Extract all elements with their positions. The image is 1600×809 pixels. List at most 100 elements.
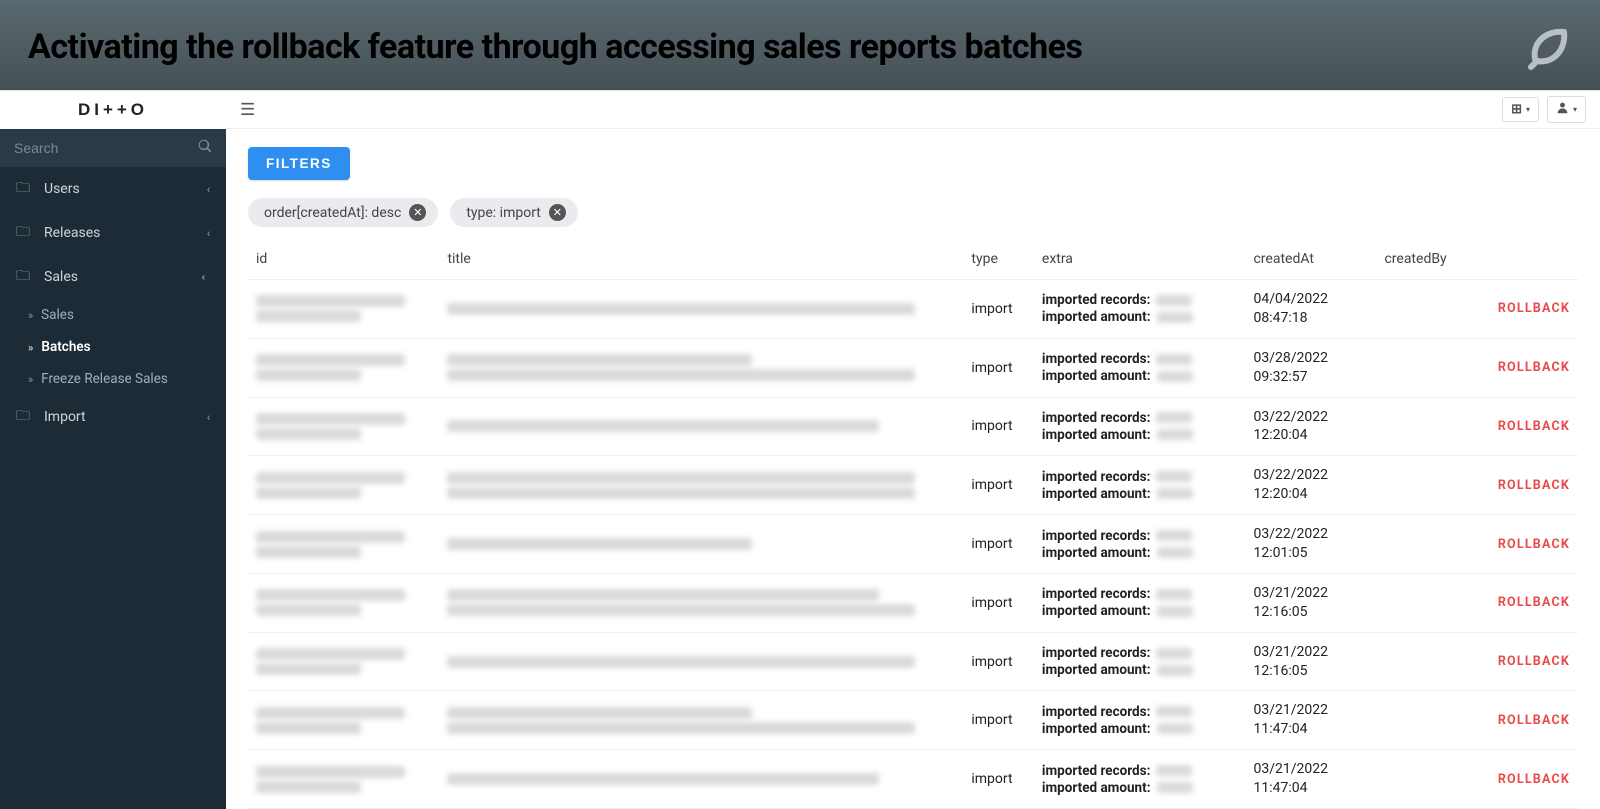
- extra-amount-label: imported amount:: [1042, 486, 1151, 502]
- hamburger-icon[interactable]: ☰: [240, 100, 255, 120]
- cell-createdat: 03/21/202212:16:05: [1245, 632, 1376, 691]
- table-row: importimported records:imported amount:0…: [248, 338, 1578, 397]
- rollback-button[interactable]: ROLLBACK: [1467, 750, 1578, 809]
- extra-records-label: imported records:: [1042, 704, 1151, 720]
- extra-records-label: imported records:: [1042, 763, 1151, 779]
- rollback-button[interactable]: ROLLBACK: [1467, 515, 1578, 574]
- sidebar-sub-label: Freeze Release Sales: [41, 371, 168, 387]
- cell-type: import: [963, 397, 1034, 456]
- sidebar-item-users[interactable]: 🗀 Users ‹: [0, 167, 226, 211]
- redacted-value: [1156, 706, 1192, 717]
- cell-id: [248, 632, 439, 691]
- cell-createdat: 03/21/202212:16:05: [1245, 573, 1376, 632]
- cell-createdat: 03/22/202212:01:05: [1245, 515, 1376, 574]
- sidebar-sub-freeze[interactable]: » Freeze Release Sales: [0, 363, 226, 395]
- cell-extra: imported records:imported amount:: [1034, 691, 1246, 750]
- sidebar-item-sales[interactable]: 🗀 Sales ⌄: [0, 255, 226, 299]
- sidebar-item-releases[interactable]: 🗀 Releases ‹: [0, 211, 226, 255]
- rollback-button[interactable]: ROLLBACK: [1467, 632, 1578, 691]
- sidebar-item-label: Users: [44, 181, 207, 197]
- redacted-value: [1156, 471, 1192, 482]
- cell-title: [439, 750, 963, 809]
- cell-createdby: [1376, 573, 1467, 632]
- main-area: ☰ ⊞ ▾ ▾ FILTERS order[createdAt]: desc ✕: [226, 91, 1600, 809]
- cell-createdby: [1376, 691, 1467, 750]
- extra-amount-label: imported amount:: [1042, 427, 1151, 443]
- cell-title: [439, 691, 963, 750]
- rollback-button[interactable]: ROLLBACK: [1467, 338, 1578, 397]
- rollback-button[interactable]: ROLLBACK: [1467, 280, 1578, 339]
- filter-chip[interactable]: type: import ✕: [450, 198, 578, 227]
- cell-createdat: 04/04/202208:47:18: [1245, 280, 1376, 339]
- sidebar-search[interactable]: [0, 129, 226, 167]
- topbar: ☰ ⊞ ▾ ▾: [226, 91, 1600, 129]
- chip-remove-icon[interactable]: ✕: [409, 204, 426, 221]
- chip-remove-icon[interactable]: ✕: [549, 204, 566, 221]
- rollback-button[interactable]: ROLLBACK: [1467, 573, 1578, 632]
- table-row: importimported records:imported amount:0…: [248, 456, 1578, 515]
- cell-createdby: [1376, 515, 1467, 574]
- cell-type: import: [963, 338, 1034, 397]
- folder-icon: 🗀: [16, 177, 34, 201]
- cell-extra: imported records:imported amount:: [1034, 750, 1246, 809]
- cell-extra: imported records:imported amount:: [1034, 456, 1246, 515]
- user-menu-button[interactable]: ▾: [1547, 96, 1586, 123]
- cell-title: [439, 632, 963, 691]
- extra-records-label: imported records:: [1042, 410, 1151, 426]
- banner-title: Activating the rollback feature through …: [28, 27, 1082, 67]
- rollback-button[interactable]: ROLLBACK: [1467, 456, 1578, 515]
- chevron-left-icon: ‹: [207, 227, 210, 240]
- extra-records-label: imported records:: [1042, 292, 1151, 308]
- col-type[interactable]: type: [963, 241, 1034, 280]
- doc-banner: Activating the rollback feature through …: [0, 0, 1600, 90]
- cell-type: import: [963, 280, 1034, 339]
- rollback-button[interactable]: ROLLBACK: [1467, 397, 1578, 456]
- cell-createdby: [1376, 338, 1467, 397]
- redacted-value: [1157, 371, 1193, 382]
- cell-type: import: [963, 632, 1034, 691]
- filter-chip[interactable]: order[createdAt]: desc ✕: [248, 198, 438, 227]
- redacted-value: [1157, 429, 1193, 440]
- sidebar-sub-batches[interactable]: » Batches: [0, 331, 226, 363]
- cell-id: [248, 573, 439, 632]
- double-chevron-icon: »: [28, 373, 33, 386]
- search-input[interactable]: [14, 140, 198, 156]
- cell-id: [248, 338, 439, 397]
- col-extra[interactable]: extra: [1034, 241, 1246, 280]
- redacted-value: [1157, 312, 1193, 323]
- cell-id: [248, 280, 439, 339]
- cell-extra: imported records:imported amount:: [1034, 338, 1246, 397]
- col-createdby[interactable]: createdBy: [1376, 241, 1467, 280]
- redacted-value: [1156, 589, 1192, 600]
- redacted-value: [1157, 606, 1193, 617]
- extra-records-label: imported records:: [1042, 351, 1151, 367]
- cell-title: [439, 515, 963, 574]
- cell-title: [439, 338, 963, 397]
- add-menu-button[interactable]: ⊞ ▾: [1502, 97, 1539, 122]
- cell-createdby: [1376, 632, 1467, 691]
- rollback-button[interactable]: ROLLBACK: [1467, 691, 1578, 750]
- col-createdat[interactable]: createdAt: [1245, 241, 1376, 280]
- cell-id: [248, 456, 439, 515]
- cell-type: import: [963, 573, 1034, 632]
- table-row: importimported records:imported amount:0…: [248, 632, 1578, 691]
- sidebar-item-import[interactable]: 🗀 Import ‹: [0, 395, 226, 439]
- col-title[interactable]: title: [439, 241, 963, 280]
- extra-amount-label: imported amount:: [1042, 545, 1151, 561]
- sidebar-sub-label: Sales: [41, 307, 74, 323]
- extra-amount-label: imported amount:: [1042, 721, 1151, 737]
- caret-down-icon: ▾: [1573, 105, 1577, 114]
- sidebar-sub-sales[interactable]: » Sales: [0, 299, 226, 331]
- filters-button[interactable]: FILTERS: [248, 147, 350, 180]
- cell-createdat: 03/22/202212:20:04: [1245, 456, 1376, 515]
- cell-id: [248, 397, 439, 456]
- chevron-left-icon: ‹: [207, 411, 210, 424]
- col-id[interactable]: id: [248, 241, 439, 280]
- double-chevron-icon: »: [28, 309, 33, 322]
- cell-createdby: [1376, 456, 1467, 515]
- cell-createdat: 03/22/202212:20:04: [1245, 397, 1376, 456]
- cell-title: [439, 280, 963, 339]
- cell-createdby: [1376, 397, 1467, 456]
- redacted-value: [1156, 648, 1192, 659]
- cell-createdat: 03/21/202211:47:04: [1245, 750, 1376, 809]
